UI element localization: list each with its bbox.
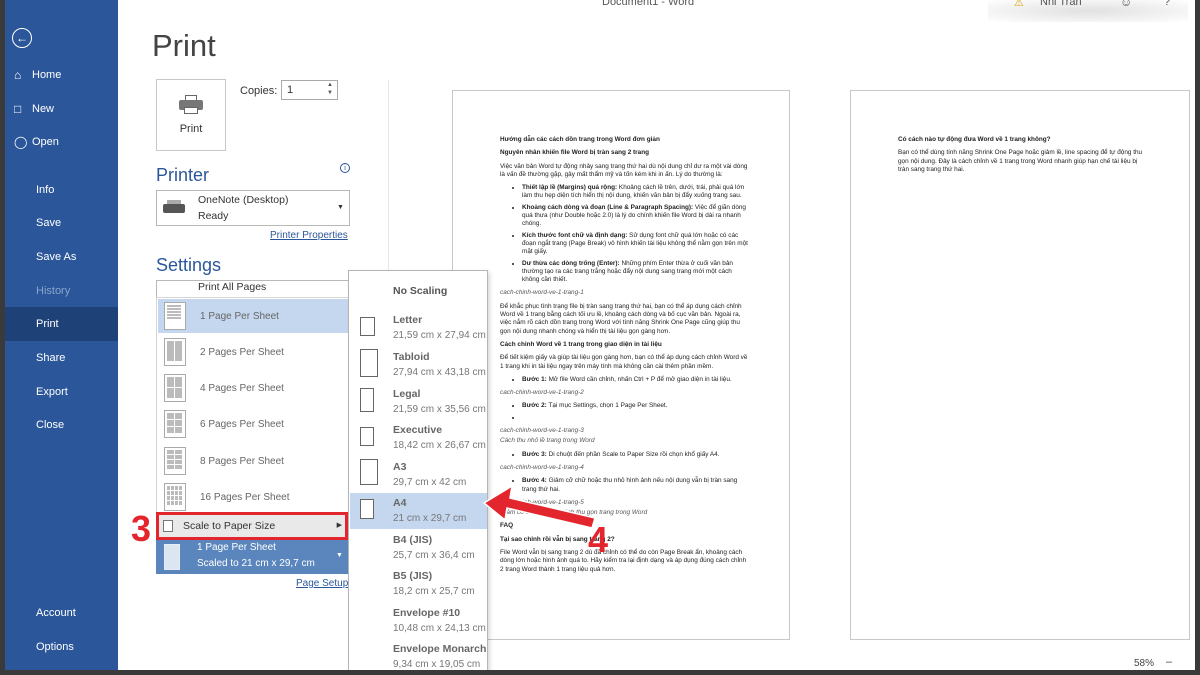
pps-option-8[interactable]: 8 Pages Per Sheet: [158, 444, 348, 478]
nav-save-as[interactable]: Save As: [0, 240, 118, 274]
printer-icon: [163, 200, 185, 216]
paper-icon: [360, 388, 374, 412]
copies-spinner[interactable]: ▲ ▼: [327, 81, 333, 97]
folder-icon: ◯: [14, 135, 28, 149]
print-all-pages-select[interactable]: Print All Pages: [156, 280, 350, 297]
printer-select[interactable]: OneNote (Desktop) Ready ▼: [156, 190, 350, 226]
page-layout-icon: [164, 410, 186, 438]
pages-per-sheet-select[interactable]: 1 Page Per Sheet Scaled to 21 cm x 29,7 …: [156, 540, 350, 574]
print-button[interactable]: Print: [156, 79, 226, 151]
pps-option-2[interactable]: 2 Pages Per Sheet: [158, 335, 348, 369]
smiley-icon[interactable]: ☺: [1120, 0, 1132, 9]
paper-envelope-10[interactable]: Envelope #10 10,48 cm x 24,13 cm: [350, 603, 487, 639]
page-layout-icon: [164, 544, 180, 570]
paper-icon: [360, 459, 378, 485]
nav-share[interactable]: Share: [0, 341, 118, 375]
paper-icon: [360, 317, 375, 336]
nav-account[interactable]: Account: [0, 596, 118, 630]
chevron-down-icon: ▼: [336, 552, 343, 559]
nav-new[interactable]: □ New: [0, 92, 118, 126]
chevron-down-icon: ▼: [337, 204, 344, 211]
paper-a3[interactable]: A3 29,7 cm x 42 cm: [350, 457, 487, 493]
pages-per-sheet-list: 1 Page Per Sheet 2 Pages Per Sheet 4 Pag…: [156, 297, 349, 543]
printer-heading: Printer: [156, 165, 210, 185]
page-2-content: Có cách nào tự động đưa Word về 1 trang …: [898, 136, 1143, 173]
nav-open[interactable]: ◯ Open: [0, 125, 118, 159]
nav-save[interactable]: Save: [0, 206, 118, 240]
new-doc-icon: □: [14, 102, 22, 116]
window-title: Document1 - Word: [602, 0, 695, 8]
info-icon[interactable]: i: [340, 163, 350, 173]
paper-letter[interactable]: Letter 21,59 cm x 27,94 cm: [350, 310, 487, 346]
printer-name: OneNote (Desktop): [198, 194, 289, 206]
back-arrow-icon[interactable]: ←: [12, 28, 32, 48]
zoom-level: 58%: [1134, 658, 1155, 669]
nav-print[interactable]: Print: [0, 307, 118, 341]
nav-info[interactable]: Info: [0, 173, 118, 207]
paper-icon: [360, 427, 374, 446]
settings-heading: Settings: [156, 255, 222, 275]
paper-icon: [360, 499, 374, 519]
preview-page-2: Có cách nào tự động đưa Word về 1 trang …: [850, 90, 1190, 640]
zoom-out-icon[interactable]: –: [1166, 656, 1172, 668]
step-4-label: 4: [588, 519, 609, 560]
preview-page-1: Hướng dẫn các cách dồn trang trong Word …: [452, 90, 790, 640]
paper-executive[interactable]: Executive 18,42 cm x 26,67 cm: [350, 420, 487, 456]
page-layout-icon: [164, 302, 186, 330]
paper-b4-jis[interactable]: B4 (JIS) 25,7 cm x 36,4 cm: [350, 530, 487, 566]
home-icon: ⌂: [14, 68, 22, 82]
page-title: Print: [152, 28, 216, 63]
paper-tabloid[interactable]: Tabloid 27,94 cm x 43,18 cm: [350, 347, 487, 383]
pps-option-6[interactable]: 6 Pages Per Sheet: [158, 407, 348, 441]
printer-icon: [179, 95, 203, 115]
step-3-label: 3: [131, 508, 152, 549]
no-scaling-option[interactable]: No Scaling: [393, 285, 447, 297]
nav-home[interactable]: ⌂ Home: [0, 58, 118, 92]
page-setup-link[interactable]: Page Setup: [296, 578, 348, 589]
pps-option-16[interactable]: 16 Pages Per Sheet: [158, 480, 348, 514]
paper-legal[interactable]: Legal 21,59 cm x 35,56 cm: [350, 384, 487, 420]
nav-options[interactable]: Options: [0, 630, 118, 664]
paper-icon: [360, 349, 378, 377]
paper-a4[interactable]: A4 21 cm x 29,7 cm: [350, 493, 487, 529]
warning-icon[interactable]: ⚠: [1014, 0, 1024, 9]
page-layout-icon: [164, 374, 186, 402]
copies-label: Copies:: [240, 85, 278, 97]
page-layout-icon: [164, 483, 186, 511]
highlight-box: [156, 512, 348, 540]
printer-properties-link[interactable]: Printer Properties: [270, 230, 348, 241]
nav-close[interactable]: Close: [0, 408, 118, 442]
paper-size-menu: No Scaling Letter 21,59 cm x 27,94 cm Tab…: [348, 270, 488, 675]
paper-b5-jis[interactable]: B5 (JIS) 18,2 cm x 25,7 cm: [350, 566, 487, 602]
help-icon[interactable]: ?: [1164, 0, 1170, 8]
backstage-sidebar: ← ⌂ Home □ New ◯ Open Info Save Save As His…: [0, 0, 118, 675]
nav-export[interactable]: Export: [0, 375, 118, 409]
page-layout-icon: [164, 338, 186, 366]
nav-history: History: [36, 285, 71, 297]
page-layout-icon: [164, 447, 186, 475]
printer-status: Ready: [198, 210, 229, 222]
pps-option-1[interactable]: 1 Page Per Sheet: [158, 299, 348, 333]
user-name[interactable]: Nhi Tran: [1040, 0, 1082, 8]
pps-option-4[interactable]: 4 Pages Per Sheet: [158, 371, 348, 405]
paper-envelope-monarch[interactable]: Envelope Monarch 9,34 cm x 19,05 cm: [350, 639, 487, 675]
title-bar: Document1 - Word ⚠ Nhi Tran ☺ ?: [118, 0, 1200, 22]
